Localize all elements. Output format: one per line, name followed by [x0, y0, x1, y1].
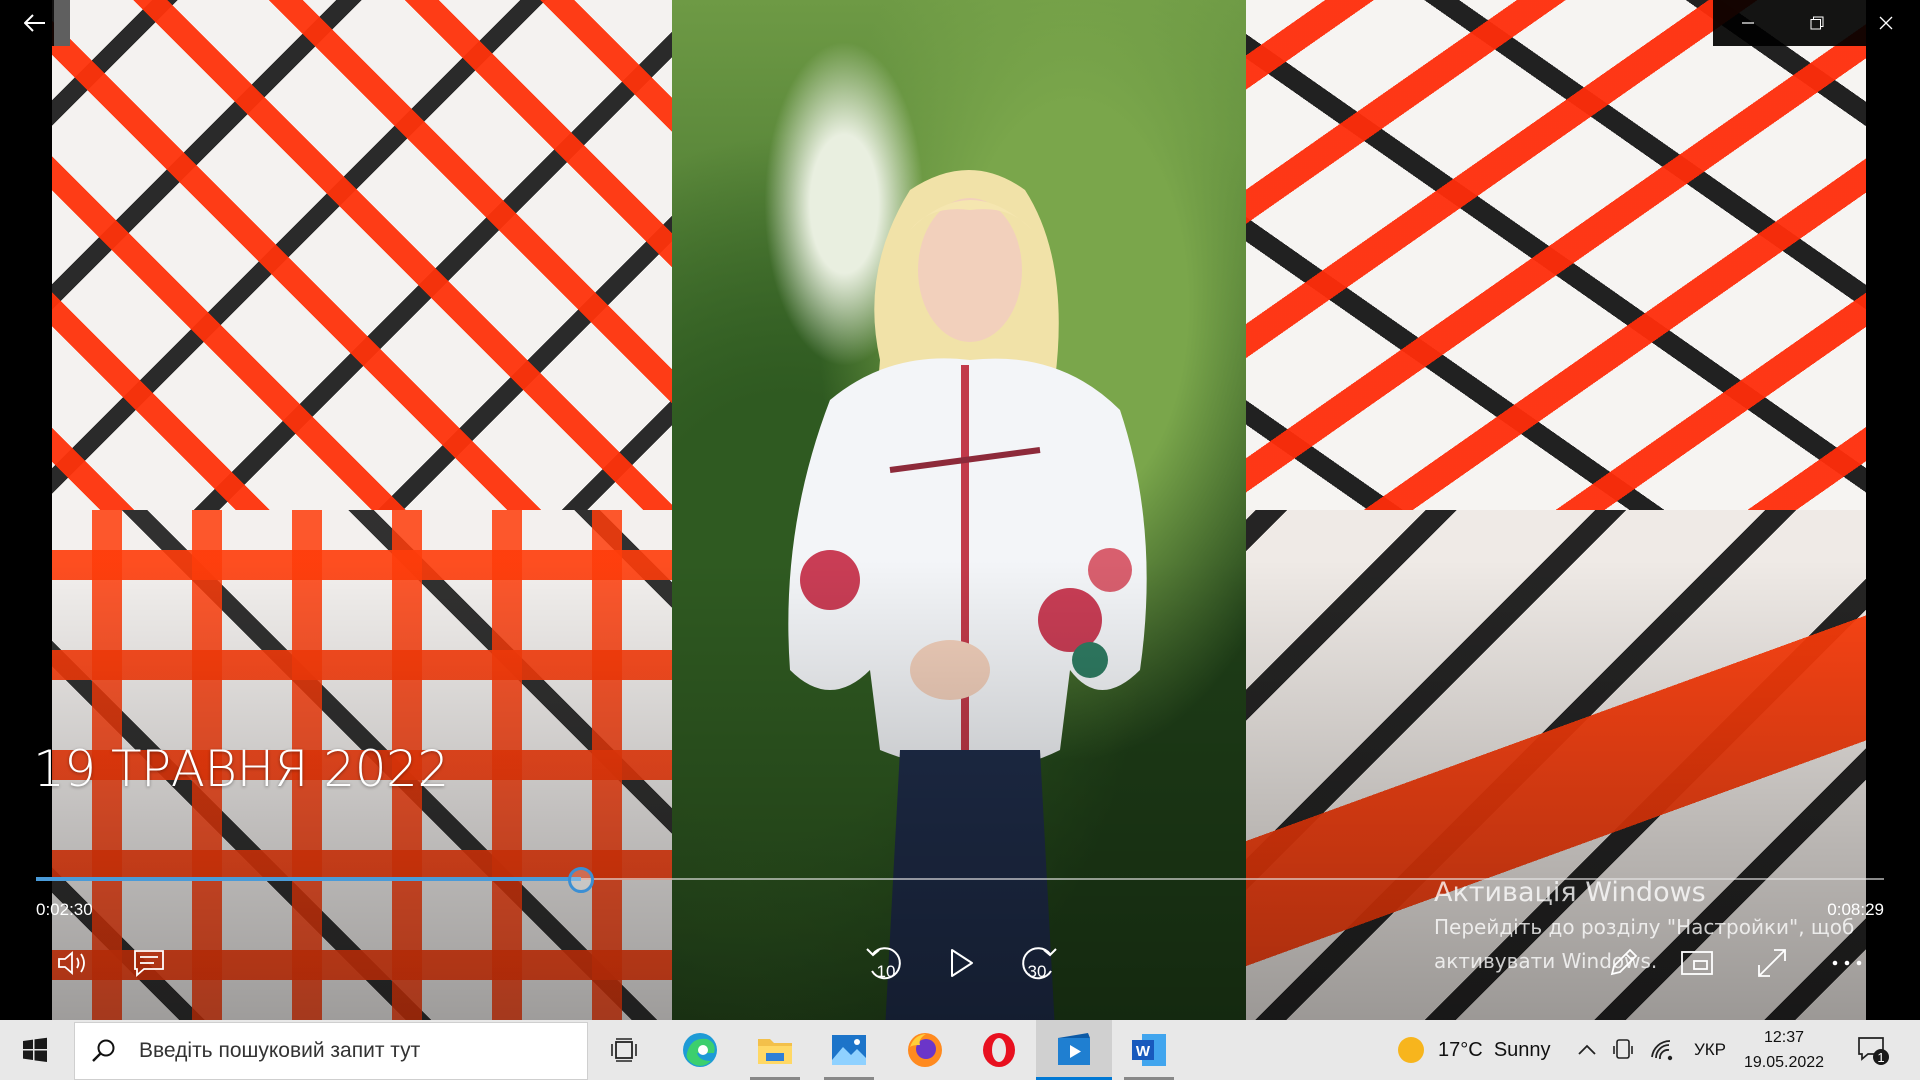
mini-view-icon	[1681, 951, 1713, 975]
back-button[interactable]	[0, 0, 70, 46]
seek-progress	[36, 877, 581, 881]
taskbar-clock[interactable]: 12:37 19.05.2022	[1744, 1025, 1824, 1075]
restore-button[interactable]	[1782, 0, 1851, 46]
scroll-edge	[54, 0, 70, 46]
taskbar-firefox[interactable]	[888, 1020, 962, 1080]
movies-tv-icon	[1058, 1033, 1090, 1065]
svg-text:W: W	[1136, 1043, 1151, 1060]
notifications-button[interactable]: 1	[1848, 1020, 1898, 1080]
mini-view-button[interactable]	[1674, 940, 1720, 986]
firefox-icon	[908, 1033, 942, 1067]
taskbar-edge[interactable]	[663, 1020, 737, 1080]
taskbar-search[interactable]: Введіть пошуковий запит тут	[74, 1022, 588, 1080]
notification-count: 1	[1877, 1050, 1884, 1065]
edit-button[interactable]	[1600, 940, 1646, 986]
taskbar: Введіть пошуковий запит тут W 17°C Sunny…	[0, 1020, 1920, 1080]
minimize-button[interactable]	[1713, 0, 1782, 46]
photos-icon	[832, 1035, 866, 1065]
clock-time: 12:37	[1763, 1029, 1805, 1046]
wifi-icon	[1651, 1040, 1673, 1061]
task-view-icon	[611, 1038, 637, 1062]
pen-icon	[1610, 948, 1638, 976]
back-arrow-icon	[24, 14, 45, 32]
taskbar-movies-tv[interactable]	[1036, 1020, 1112, 1080]
seek-thumb[interactable]	[567, 867, 594, 893]
fullscreen-icon	[1758, 949, 1786, 977]
weather-widget[interactable]: 17°C Sunny	[1438, 1020, 1568, 1080]
window-controls	[1713, 0, 1920, 46]
more-icon	[1832, 960, 1862, 966]
sun-icon	[1398, 1037, 1424, 1063]
chevron-up-icon	[1578, 1044, 1596, 1055]
activation-line1: Перейдіть до розділу "Настройки", щоб	[1434, 915, 1855, 939]
network-button[interactable]	[1646, 1020, 1680, 1080]
taskbar-photos[interactable]	[812, 1020, 886, 1080]
weather-button[interactable]	[1386, 1020, 1436, 1080]
opera-icon	[983, 1033, 1015, 1067]
weather-temp: 17°C	[1438, 1038, 1483, 1061]
device-status-button[interactable]	[1608, 1020, 1638, 1080]
volume-icon	[58, 951, 85, 975]
rewind-button[interactable]: 10	[862, 940, 910, 986]
task-view-button[interactable]	[587, 1020, 661, 1080]
volume-button[interactable]	[50, 940, 96, 986]
elapsed-time: 0:02:30	[36, 900, 93, 919]
search-placeholder: Введіть пошуковий запит тут	[139, 1039, 421, 1062]
start-button[interactable]	[0, 1020, 70, 1080]
subtitles-icon	[134, 950, 164, 977]
search-icon	[92, 1039, 115, 1062]
forward-button[interactable]: 30	[1013, 940, 1061, 986]
more-options-button[interactable]	[1824, 940, 1870, 986]
forward-seconds: 30	[1028, 962, 1047, 981]
play-button[interactable]	[938, 940, 986, 986]
forward-icon: 30	[1022, 947, 1057, 981]
restore-icon	[1810, 16, 1823, 30]
language-indicator[interactable]: УКР	[1684, 1020, 1736, 1080]
taskbar-opera[interactable]	[962, 1020, 1036, 1080]
activation-title: Активація Windows	[1434, 877, 1706, 908]
close-icon	[1879, 16, 1892, 30]
subtitles-button[interactable]	[126, 940, 172, 986]
embroidery-pattern-panel	[52, 0, 672, 510]
close-button[interactable]	[1851, 0, 1920, 46]
windows-logo-icon	[23, 1037, 47, 1062]
folder-icon	[758, 1039, 792, 1064]
device-icon	[1613, 1039, 1633, 1059]
notification-icon: 1	[1858, 1037, 1889, 1065]
play-icon	[951, 949, 973, 977]
rewind-icon: 10	[866, 947, 901, 981]
embroidery-pattern-panel	[1246, 0, 1866, 510]
show-hidden-icons-button[interactable]	[1572, 1020, 1602, 1080]
weather-condition: Sunny	[1493, 1038, 1551, 1061]
rewind-seconds: 10	[877, 962, 896, 981]
taskbar-word[interactable]: W	[1112, 1020, 1186, 1080]
video-title: 19 ТРАВНЯ 2022	[33, 740, 449, 798]
minimize-icon	[1741, 22, 1754, 24]
fullscreen-button[interactable]	[1749, 940, 1795, 986]
word-icon: W	[1132, 1034, 1166, 1066]
clock-date: 19.05.2022	[1744, 1054, 1825, 1071]
edge-icon	[683, 1033, 717, 1067]
taskbar-file-explorer[interactable]	[738, 1020, 812, 1080]
